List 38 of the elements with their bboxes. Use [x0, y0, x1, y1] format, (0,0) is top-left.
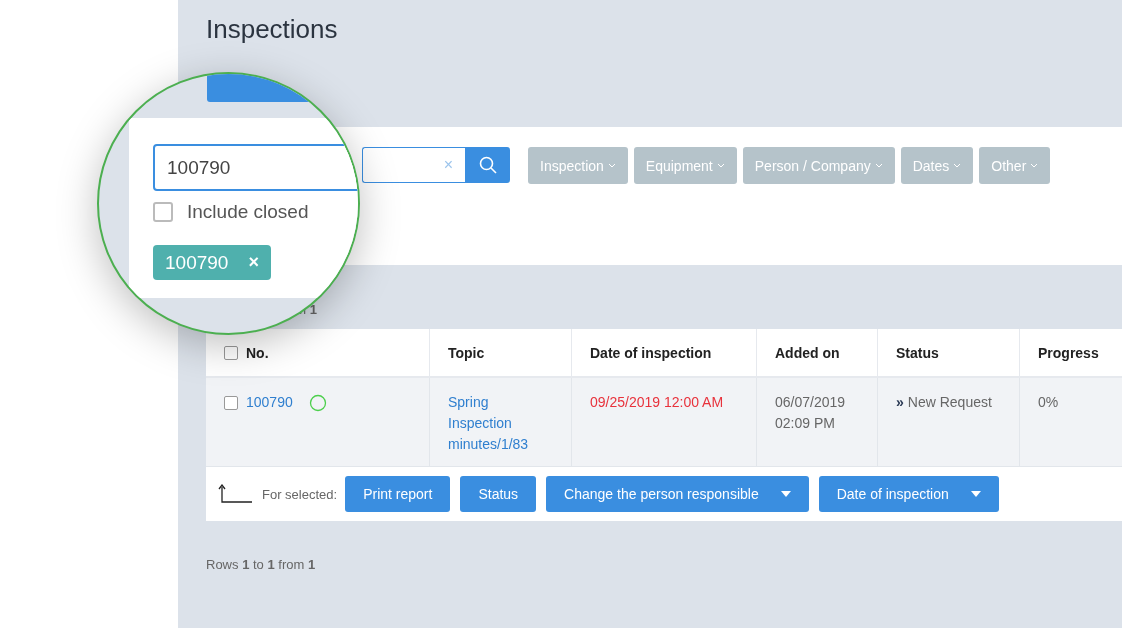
- action-button[interactable]: Change the person responsible: [546, 476, 809, 512]
- status-ring-icon: [308, 394, 327, 412]
- action-button[interactable]: Print report: [345, 476, 451, 512]
- table-cell: 06/07/2019 02:09 PM: [757, 378, 878, 466]
- chevron-down-icon: [1030, 163, 1039, 168]
- tag-label: 100790: [165, 251, 229, 274]
- column-label: No.: [246, 344, 269, 361]
- chevron-down-icon: [874, 163, 883, 168]
- chevron-down-icon: [953, 163, 962, 168]
- clear-button[interactable]: ×: [443, 156, 453, 174]
- caret-icon: [970, 491, 981, 497]
- corner-arrow-icon: [218, 484, 252, 504]
- rows-count: Rows 1 to 1 from 1: [206, 557, 316, 572]
- caret-icon: [780, 491, 791, 497]
- select-all-checkbox[interactable]: [224, 345, 238, 360]
- chevron-down-icon: [607, 163, 616, 168]
- filter-dropdown[interactable]: Other: [979, 147, 1051, 184]
- row-checkbox[interactable]: [224, 396, 238, 410]
- search-icon: [478, 156, 497, 174]
- remove-button[interactable]: ×: [248, 252, 259, 273]
- include-closed-checkbox[interactable]: [153, 202, 173, 222]
- filter-dropdown[interactable]: Person / Company: [742, 147, 895, 184]
- page-title: Inspections: [206, 14, 339, 46]
- table-cell: 0%: [1020, 378, 1122, 466]
- search-input[interactable]: 100790: [153, 144, 358, 191]
- filter-dropdown[interactable]: Equipment: [633, 147, 737, 184]
- for-selected-label: For selected:: [262, 486, 338, 502]
- filter-dropdown[interactable]: Dates: [900, 147, 974, 184]
- chevrons-icon: »: [896, 392, 904, 413]
- inspection-link[interactable]: 100790: [246, 392, 293, 413]
- action-button[interactable]: Status: [460, 476, 537, 512]
- chevron-down-icon: [716, 163, 725, 168]
- checkbox-label: Include closed: [187, 201, 309, 223]
- status-text: New Request: [907, 393, 992, 412]
- search-button[interactable]: [465, 147, 510, 183]
- action-button[interactable]: Date of inspection: [818, 476, 999, 512]
- table-cell: 09/25/2019 12:00 AM: [572, 378, 757, 466]
- filter-dropdown[interactable]: Inspection: [528, 147, 628, 184]
